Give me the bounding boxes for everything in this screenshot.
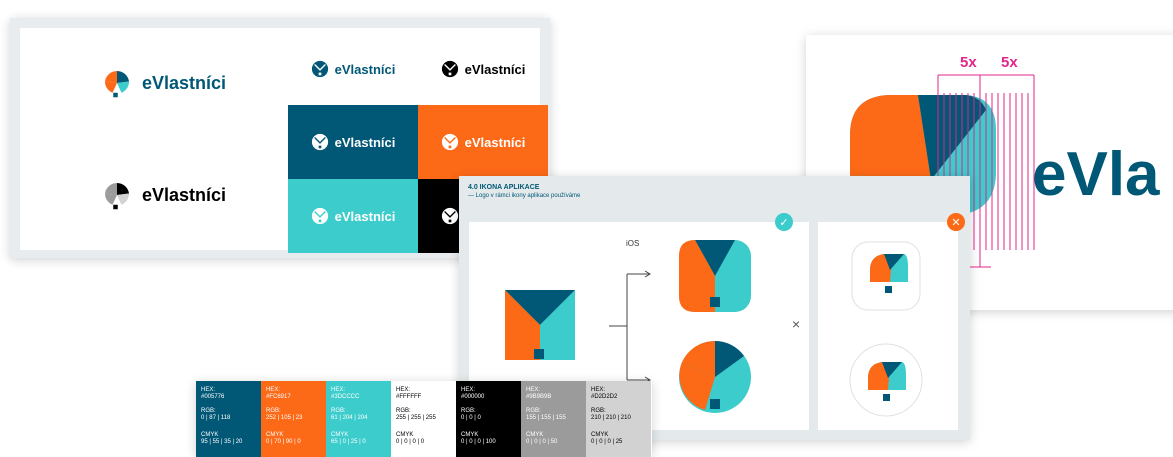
swatch-hex-label: HEX: [461,387,476,393]
swatch-hex-label: HEX: [201,387,216,393]
check-icon: ✓ [775,213,793,231]
swatch-hex-label: HEX: [266,387,281,393]
tile-turquoise: eVlastníci [288,179,418,253]
logo-greyscale: eVlastníci [102,180,226,210]
swatch-rgb: 155 | 155 | 155 [526,415,566,421]
swatch-hex: #000000 [461,394,485,400]
swatch-cmyk: 65 | 0 | 25 | 0 [331,439,366,445]
swatch-hex: #FC6917 [266,394,291,400]
swatch-cmyk-label: CMYK [461,432,479,438]
swatch-rgb-label: RGB: [396,408,411,414]
swatch-cmyk: 95 | 55 | 35 | 20 [201,439,243,445]
swatch-cmyk: 0 | 0 | 0 | 50 [526,439,558,445]
ios-label: iOS [626,239,640,248]
tile-white-black: eVlastníci [418,32,548,106]
swatch-rgb: 255 | 255 | 255 [396,415,436,421]
tile-dark-blue: eVlastníci [288,105,418,179]
tile-orange: eVlastníci [418,105,548,179]
swatch-hex-label: HEX: [591,387,606,393]
swatch-cmyk-label: CMYK [526,432,544,438]
cross-icon: ✕ [947,213,965,231]
swatch-cmyk: 0 | 0 | 0 | 0 [396,439,425,445]
swatch-rgb: 252 | 105 | 23 [266,415,303,421]
section-title: 4.0 IKONA APLIKACE [468,184,540,191]
logo-mark-white-icon [441,207,458,225]
swatch-rgb: 210 | 210 | 210 [591,415,631,421]
incorrect-usage-panel [818,222,958,430]
swatch-cmyk: 0 | 70 | 90 | 0 [266,439,301,445]
swatch-hex: #FFFFFF [396,394,422,400]
color-swatch: HEX: #3DCCCC RGB: 61 | 204 | 204 CMYK 65 | 0 … [326,381,391,457]
color-palette: HEX: #005776 RGB: 0 | 87 | 118 CMYK 95 | 55 |… [196,381,652,457]
wordmark-primary: eVlastníci [142,72,227,93]
logo-mark-grey-icon [104,182,130,210]
logo-mark-black-icon [441,60,458,78]
color-swatch: HEX: #000000 RGB: 0 | 0 | 0 CMYK 0 | 0 | 0 | … [456,381,521,457]
swatch-rgb-label: RGB: [266,408,281,414]
incorrect-usage-diagram [849,241,923,417]
swatch-rgb-label: RGB: [591,408,606,414]
swatch-rgb: 61 | 204 | 204 [331,415,368,421]
swatch-rgb: 0 | 87 | 118 [201,415,231,421]
tile-white-blue: eVlastníci [288,32,418,106]
swatch-hex: #9B9B9B [526,394,552,400]
section-subtitle: — Logo v rámci ikony aplikace používáme [468,193,581,199]
logo-mark-icon [104,70,130,98]
color-swatch: HEX: #FFFFFF RGB: 255 | 255 | 255 CMYK 0 | 0 … [391,381,456,457]
swatch-cmyk: 0 | 0 | 0 | 25 [591,439,623,445]
swatch-cmyk: 0 | 0 | 0 | 100 [461,439,496,445]
wordmark-blue: eVlastníci [334,61,396,77]
logo-primary: eVlastníci [102,68,226,98]
logo-shape-orange [850,95,931,180]
color-swatch: HEX: #FC6917 RGB: 252 | 105 | 23 CMYK 0 | 70 … [261,381,326,457]
color-swatch: HEX: #005776 RGB: 0 | 87 | 118 CMYK 95 | 55 |… [196,381,261,457]
swatch-rgb: 0 | 0 | 0 [461,415,481,421]
swatch-hex: #D2D2D2 [591,394,618,400]
swatch-cmyk-label: CMYK [201,432,219,438]
wordmark-black: eVlastníci [464,61,526,77]
clearspace-label-right: 5x [1001,54,1018,71]
swatch-hex-label: HEX: [331,387,346,393]
swatch-rgb-label: RGB: [461,408,476,414]
swatch-rgb-label: RGB: [331,408,346,414]
color-swatch: HEX: #D2D2D2 RGB: 210 | 210 | 210 CMYK 0 | 0 … [586,381,651,457]
wordmark-on-orange: eVlastníci [464,134,526,150]
swatch-cmyk-label: CMYK [591,432,609,438]
wordmark-on-turquoise: eVlastníci [334,208,396,224]
logo-mark-white-icon [311,133,328,151]
swatch-hex: #005776 [201,394,225,400]
logo-mark-white-icon [311,207,328,225]
logo-mark-blue-icon [311,60,328,78]
swatch-hex-label: HEX: [396,387,411,393]
swatch-rgb-label: RGB: [526,408,541,414]
times-icon: × [792,316,801,332]
swatch-hex: #3DCCCC [331,394,360,400]
swatch-cmyk-label: CMYK [331,432,349,438]
wordmark-greyscale: eVlastníci [142,184,227,205]
swatch-cmyk-label: CMYK [266,432,284,438]
swatch-rgb-label: RGB: [201,408,216,414]
wordmark-on-blue: eVlastníci [334,134,396,150]
swatch-cmyk-label: CMYK [396,432,414,438]
clearspace-label-left: 5x [960,54,977,71]
clearspace-wordmark: eVla [1032,140,1160,209]
logo-mark-white-icon [441,133,458,151]
color-swatch: HEX: #9B9B9B RGB: 155 | 155 | 155 CMYK 0 | 0 … [521,381,586,457]
swatch-hex-label: HEX: [526,387,541,393]
